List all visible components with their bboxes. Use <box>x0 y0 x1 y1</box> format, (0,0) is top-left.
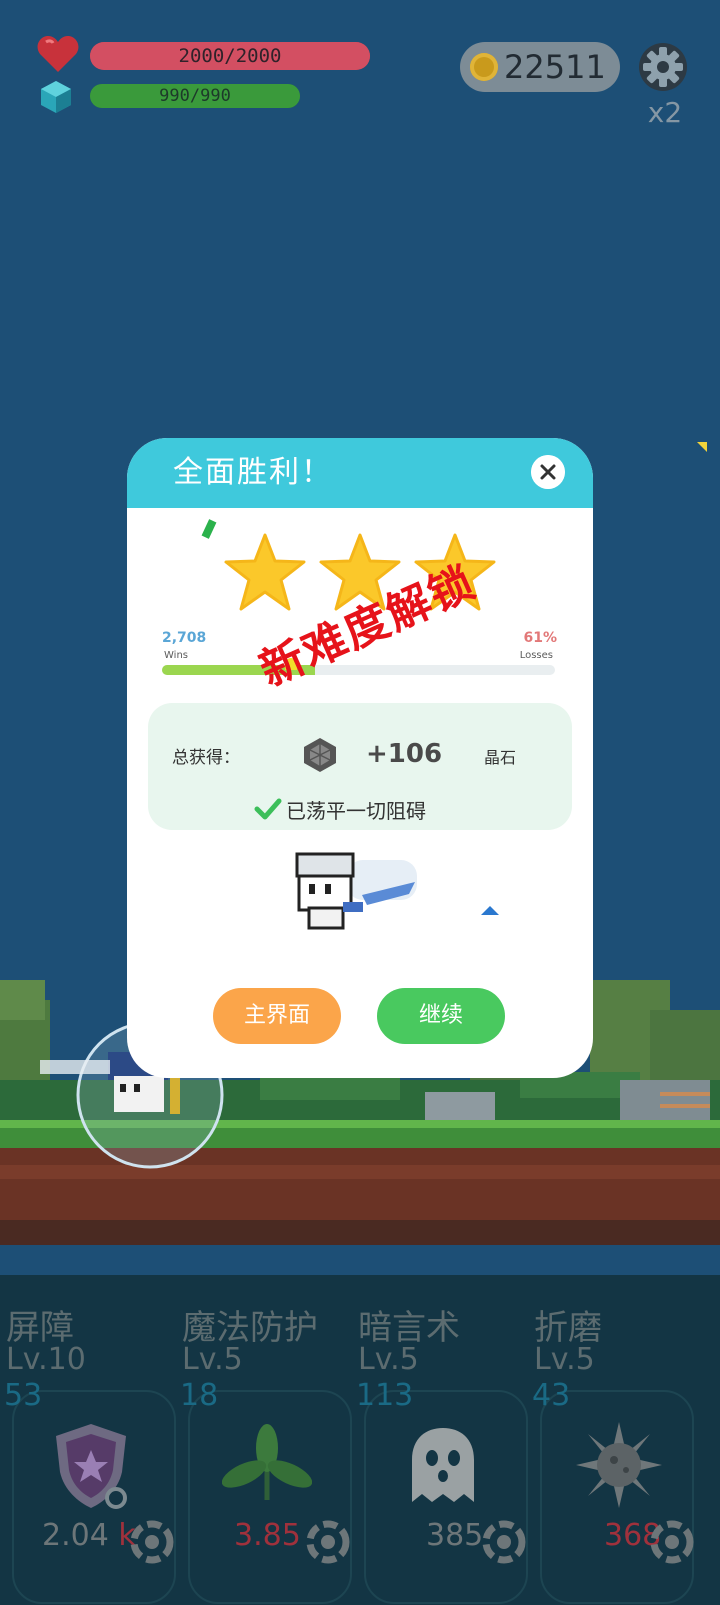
skill-cost-value: 385 <box>426 1518 484 1553</box>
skill-slot-torment[interactable]: 折磨 Lv.5 43 368 <box>528 1290 698 1605</box>
mp-bar: 990/990 <box>90 84 300 108</box>
victory-dialog: 全面胜利！ 2,708 Wins 61% Losses 总获得： +106 晶石… <box>127 438 593 1078</box>
skill-count: 43 <box>532 1378 571 1413</box>
skill-count: 113 <box>356 1378 414 1413</box>
skill-cost-value: 3.85 <box>234 1518 301 1553</box>
gear-icon[interactable] <box>638 42 688 92</box>
confetti-piece <box>697 442 707 452</box>
dialog-header: 全面胜利！ <box>127 438 593 508</box>
skill-count: 18 <box>180 1378 219 1413</box>
clear-status: 已荡平一切阻碍 <box>286 799 426 823</box>
crystal-swirl-icon <box>650 1520 694 1564</box>
skill-count: 53 <box>4 1378 43 1413</box>
crystal-icon <box>41 81 71 113</box>
coin-icon <box>470 53 498 81</box>
crystal-swirl-icon <box>130 1520 174 1564</box>
win-loss-bar <box>162 665 555 675</box>
crystal-swirl-icon <box>482 1520 526 1564</box>
skill-cost: 2.04 k <box>42 1518 136 1553</box>
crystal-swirl-icon <box>306 1520 350 1564</box>
coin-counter: 22511 <box>460 42 620 92</box>
coin-count: 22511 <box>504 48 606 86</box>
skill-slot-shadow-word[interactable]: 暗言术 Lv.5 113 385 <box>352 1290 528 1605</box>
heart-icon <box>37 36 79 72</box>
skill-cost: 3.85 <box>234 1518 301 1553</box>
star-icon <box>224 533 306 611</box>
skill-slot-barrier[interactable]: 屏障 Lv.10 53 2.04 k <box>0 1290 176 1605</box>
skill-level: Lv.5 <box>358 1342 419 1377</box>
leaf-icon <box>222 1424 312 1500</box>
losses-percent: 61% <box>523 630 557 646</box>
continue-button[interactable]: 继续 <box>377 988 505 1044</box>
reward-value: +106 <box>366 739 443 769</box>
reward-box: 总获得： +106 晶石 已荡平一切阻碍 <box>148 703 572 830</box>
reward-unit: 晶石 <box>484 748 517 767</box>
skill-level: Lv.5 <box>534 1342 595 1377</box>
skill-cost: 385 <box>426 1518 483 1553</box>
skill-level: Lv.10 <box>6 1342 86 1377</box>
skill-level: Lv.5 <box>182 1342 243 1377</box>
main-menu-button[interactable]: 主界面 <box>213 988 341 1044</box>
wins-count: 2,708 <box>162 630 207 646</box>
reward-label: 总获得： <box>172 748 240 768</box>
wins-label: Wins <box>164 650 188 661</box>
skill-slot-magic-protection[interactable]: 魔法防护 Lv.5 18 3.85 <box>176 1290 352 1605</box>
confetti-piece <box>201 519 217 539</box>
check-icon <box>254 798 282 820</box>
dialog-title: 全面胜利！ <box>173 455 333 490</box>
hp-text: 2000/2000 <box>178 45 282 67</box>
spiked-ball-icon <box>576 1422 662 1508</box>
skill-cost-value: 2.04 <box>42 1518 109 1553</box>
mp-text: 990/990 <box>159 86 231 106</box>
confetti-piece <box>481 906 499 915</box>
close-icon[interactable] <box>531 455 565 489</box>
shield-star-icon <box>56 1424 127 1509</box>
crystal-icon <box>304 738 336 772</box>
losses-label: Losses <box>519 650 553 661</box>
hero-sprite <box>295 852 417 930</box>
ghost-icon <box>412 1428 474 1502</box>
speed-multiplier[interactable]: x2 <box>640 96 690 129</box>
hp-bar: 2000/2000 <box>90 42 370 70</box>
